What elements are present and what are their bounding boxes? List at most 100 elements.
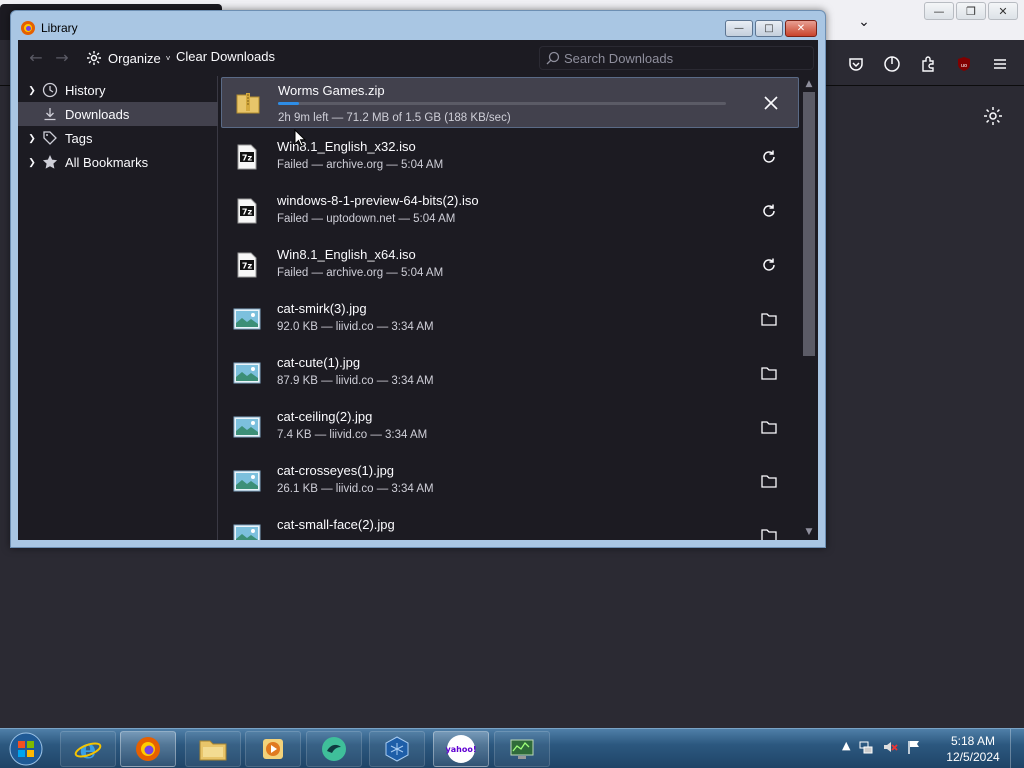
open-folder-icon[interactable]	[759, 525, 779, 540]
download-item[interactable]: cat-ceiling(2).jpg 7.4 KB — liivid.co — 3…	[219, 400, 800, 454]
sidebar-item-downloads[interactable]: Downloads	[18, 102, 218, 126]
scrollbar-thumb[interactable]	[803, 92, 815, 356]
taskbar-network-monitor[interactable]	[494, 731, 550, 767]
archive-file-icon: 7z	[233, 143, 261, 171]
organize-button[interactable]: Organize ˅	[85, 48, 170, 68]
svg-text:e: e	[80, 735, 97, 764]
download-item[interactable]: cat-cute(1).jpg 87.9 KB — liivid.co — 3:3…	[219, 346, 800, 400]
tab-list-chevron-icon[interactable]: ⌄	[852, 10, 876, 34]
ublock-icon[interactable]: uo	[952, 52, 976, 76]
download-item[interactable]: cat-smirk(3).jpg 92.0 KB — liivid.co — 3:…	[219, 292, 800, 346]
cancel-icon[interactable]	[761, 93, 781, 113]
download-item[interactable]: cat-small-face(2).jpg	[219, 508, 800, 540]
open-folder-icon[interactable]	[759, 417, 779, 437]
download-status: Failed — archive.org — 5:04 AM	[277, 267, 444, 279]
taskbar-firefox[interactable]	[120, 731, 176, 767]
open-folder-icon[interactable]	[759, 471, 779, 491]
taskbar-internet-explorer[interactable]: e	[60, 731, 116, 767]
retry-icon[interactable]	[759, 201, 779, 221]
downloads-list: Worms Games.zip 2h 9m left — 71.2 MB of 1…	[219, 76, 818, 540]
taskbar-virtualbox[interactable]	[369, 731, 425, 767]
window-title: Library	[41, 21, 78, 35]
taskbar-app[interactable]	[306, 731, 362, 767]
open-folder-icon[interactable]	[759, 309, 779, 329]
download-item[interactable]: 7z Win8.1_English_x64.iso Failed — archive…	[219, 238, 800, 292]
image-file-icon	[233, 467, 261, 495]
download-filename: cat-ceiling(2).jpg	[277, 409, 373, 424]
retry-icon[interactable]	[759, 147, 779, 167]
menu-icon[interactable]	[988, 52, 1012, 76]
sidebar-item-label: Downloads	[65, 106, 130, 122]
download-item[interactable]: 7z windows-8-1-preview-64-bits(2).iso Fail…	[219, 184, 800, 238]
yahoo-icon: yahoo!	[446, 735, 477, 763]
sync-icon[interactable]	[880, 52, 904, 76]
download-filename: Worms Games.zip	[278, 83, 385, 98]
svg-text:uo: uo	[961, 63, 967, 69]
network-icon[interactable]	[858, 739, 874, 755]
mouse-cursor-icon	[294, 129, 306, 147]
start-button[interactable]	[6, 731, 46, 767]
download-item[interactable]: Worms Games.zip 2h 9m left — 71.2 MB of 1…	[221, 77, 799, 128]
library-window-controls: — □ ✕	[725, 20, 817, 37]
clock-date: 12/5/2024	[946, 750, 1000, 764]
clear-downloads-button[interactable]: Clear Downloads	[176, 49, 275, 64]
download-status: 2h 9m left — 71.2 MB of 1.5 GB (188 KB/s…	[278, 112, 511, 124]
media-player-icon	[263, 739, 283, 759]
download-status: 7.4 KB — liivid.co — 3:34 AM	[277, 429, 428, 441]
extensions-icon[interactable]	[916, 52, 940, 76]
clock-time: 5:18 AM	[950, 734, 996, 748]
scroll-down-arrow-icon[interactable]: ▼	[803, 526, 815, 538]
sidebar-item-label: Tags	[65, 130, 93, 146]
expand-arrow-icon[interactable]: ❯	[26, 157, 38, 168]
forward-arrow-icon[interactable]: →	[52, 48, 72, 68]
download-filename: cat-smirk(3).jpg	[277, 301, 367, 316]
system-tray: ▲	[842, 739, 922, 755]
internet-explorer-icon: e	[74, 735, 102, 764]
gear-icon[interactable]	[982, 105, 1004, 127]
taskbar-yahoo[interactable]: yahoo!	[433, 731, 489, 767]
image-file-icon	[233, 359, 261, 387]
download-status: 26.1 KB — liivid.co — 3:34 AM	[277, 483, 434, 495]
close-button[interactable]: ✕	[785, 20, 817, 37]
show-hidden-icons-icon[interactable]: ▲	[842, 739, 850, 755]
image-file-icon	[233, 305, 261, 333]
sidebar-item-all-bookmarks[interactable]: ❯ All Bookmarks	[18, 150, 218, 174]
pocket-icon[interactable]	[844, 52, 868, 76]
expand-arrow-icon[interactable]: ❯	[26, 85, 38, 96]
minimize-button[interactable]: —	[725, 20, 753, 37]
show-desktop-button[interactable]	[1010, 729, 1024, 768]
sidebar-item-history[interactable]: ❯ History	[18, 78, 218, 102]
back-arrow-icon[interactable]: ←	[26, 48, 46, 68]
download-item[interactable]: 7z Win8.1_English_x32.iso Failed — archive…	[219, 130, 800, 184]
volume-muted-icon[interactable]	[882, 739, 899, 755]
library-window: Library — □ ✕ ← → Organize ˅ Clear Downl…	[10, 10, 826, 548]
organize-label: Organize	[108, 50, 161, 66]
svg-text:yahoo!: yahoo!	[446, 745, 477, 754]
taskbar-media-player[interactable]	[245, 731, 301, 767]
dropdown-caret-icon: ˅	[165, 53, 171, 63]
search-downloads-input[interactable]	[564, 49, 804, 67]
scrollbar[interactable]: ▲ ▼	[800, 76, 818, 540]
download-filename: windows-8-1-preview-64-bits(2).iso	[277, 193, 479, 208]
browser-window-controls: — ❐ ✕	[924, 2, 1018, 20]
scroll-up-arrow-icon[interactable]: ▲	[803, 78, 815, 90]
search-box[interactable]	[539, 46, 814, 70]
retry-icon[interactable]	[759, 255, 779, 275]
star-icon	[41, 153, 59, 171]
clock[interactable]: 5:18 AM 12/5/2024	[940, 733, 1006, 765]
library-toolbar: ← → Organize ˅ Clear Downloads	[18, 40, 818, 76]
minimize-button[interactable]: —	[924, 2, 954, 20]
download-item[interactable]: cat-crosseyes(1).jpg 26.1 KB — liivid.co …	[219, 454, 800, 508]
tag-icon	[41, 129, 59, 147]
history-icon	[41, 81, 59, 99]
action-center-flag-icon[interactable]	[906, 739, 922, 755]
expand-arrow-icon[interactable]: ❯	[26, 133, 38, 144]
maximize-button[interactable]: □	[755, 20, 783, 37]
close-button[interactable]: ✕	[988, 2, 1018, 20]
taskbar-file-explorer[interactable]	[185, 731, 241, 767]
svg-text:7z: 7z	[242, 208, 253, 217]
open-folder-icon[interactable]	[759, 363, 779, 383]
restore-button[interactable]: ❐	[956, 2, 986, 20]
sidebar-item-tags[interactable]: ❯ Tags	[18, 126, 218, 150]
file-explorer-icon	[199, 740, 227, 761]
